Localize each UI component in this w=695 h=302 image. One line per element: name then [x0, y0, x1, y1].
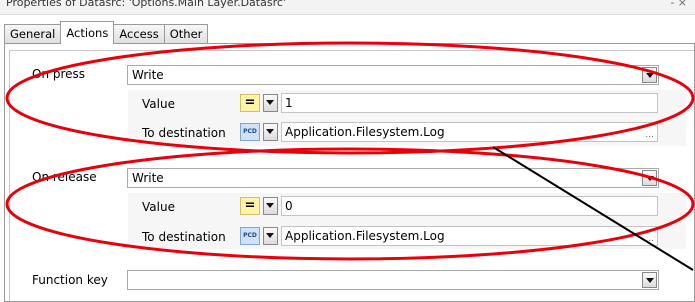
- window-controls[interactable]: - ×: [670, 0, 687, 9]
- tab-access[interactable]: Access: [113, 24, 165, 44]
- on-press-destination-text: Application.Filesystem.Log: [285, 125, 445, 139]
- pcd-icon[interactable]: PCD: [240, 123, 260, 141]
- on-press-value-label: Value: [142, 97, 175, 111]
- on-press-action-value: Write: [132, 68, 164, 82]
- on-release-destination-type-dropdown[interactable]: [263, 227, 278, 245]
- on-press-action-dropdown[interactable]: [642, 67, 657, 83]
- on-release-destination-field[interactable]: Application.Filesystem.Log ...: [281, 226, 658, 246]
- on-press-destination-label: To destination: [142, 126, 226, 140]
- window-titlebar: Properties of Datasrc: 'Options.Main Lay…: [0, 0, 695, 15]
- function-key-dropdown[interactable]: [642, 272, 657, 288]
- window-title: Properties of Datasrc: 'Options.Main Lay…: [6, 0, 286, 9]
- on-release-destination-text: Application.Filesystem.Log: [285, 229, 445, 243]
- tab-strip: General Actions Access Other: [4, 21, 209, 44]
- on-release-destination-label: To destination: [142, 230, 226, 244]
- chevron-down-icon: [646, 278, 654, 283]
- browse-button[interactable]: ...: [645, 234, 654, 244]
- on-press-action-select[interactable]: Write: [127, 65, 659, 85]
- on-press-label: On press: [32, 67, 86, 81]
- on-release-label: On release: [32, 170, 97, 184]
- on-press-destination-field[interactable]: Application.Filesystem.Log ...: [281, 122, 658, 142]
- browse-button[interactable]: ...: [645, 130, 654, 140]
- chevron-down-icon: [266, 129, 274, 134]
- on-release-value-text: 0: [285, 199, 293, 213]
- operator-equals-icon[interactable]: =: [240, 197, 260, 215]
- on-release-value-field[interactable]: 0: [281, 196, 658, 216]
- function-key-label: Function key: [32, 273, 108, 287]
- on-press-value-field[interactable]: 1: [281, 93, 658, 113]
- function-key-select[interactable]: [127, 270, 659, 290]
- on-press-value-text: 1: [285, 96, 293, 110]
- tab-general[interactable]: General: [4, 24, 62, 44]
- chevron-down-icon: [266, 233, 274, 238]
- on-press-value-type-dropdown[interactable]: [263, 94, 278, 112]
- tab-actions[interactable]: Actions: [60, 21, 115, 44]
- chevron-down-icon: [266, 100, 274, 105]
- chevron-down-icon: [646, 73, 654, 78]
- on-release-action-select[interactable]: Write: [127, 168, 659, 188]
- on-release-action-value: Write: [132, 171, 164, 185]
- tab-other[interactable]: Other: [163, 24, 209, 44]
- chevron-down-icon: [646, 176, 654, 181]
- on-release-action-dropdown[interactable]: [642, 170, 657, 186]
- operator-equals-icon[interactable]: =: [240, 94, 260, 112]
- pcd-icon[interactable]: PCD: [240, 227, 260, 245]
- on-release-value-type-dropdown[interactable]: [263, 197, 278, 215]
- on-release-value-label: Value: [142, 200, 175, 214]
- on-press-destination-type-dropdown[interactable]: [263, 123, 278, 141]
- chevron-down-icon: [266, 203, 274, 208]
